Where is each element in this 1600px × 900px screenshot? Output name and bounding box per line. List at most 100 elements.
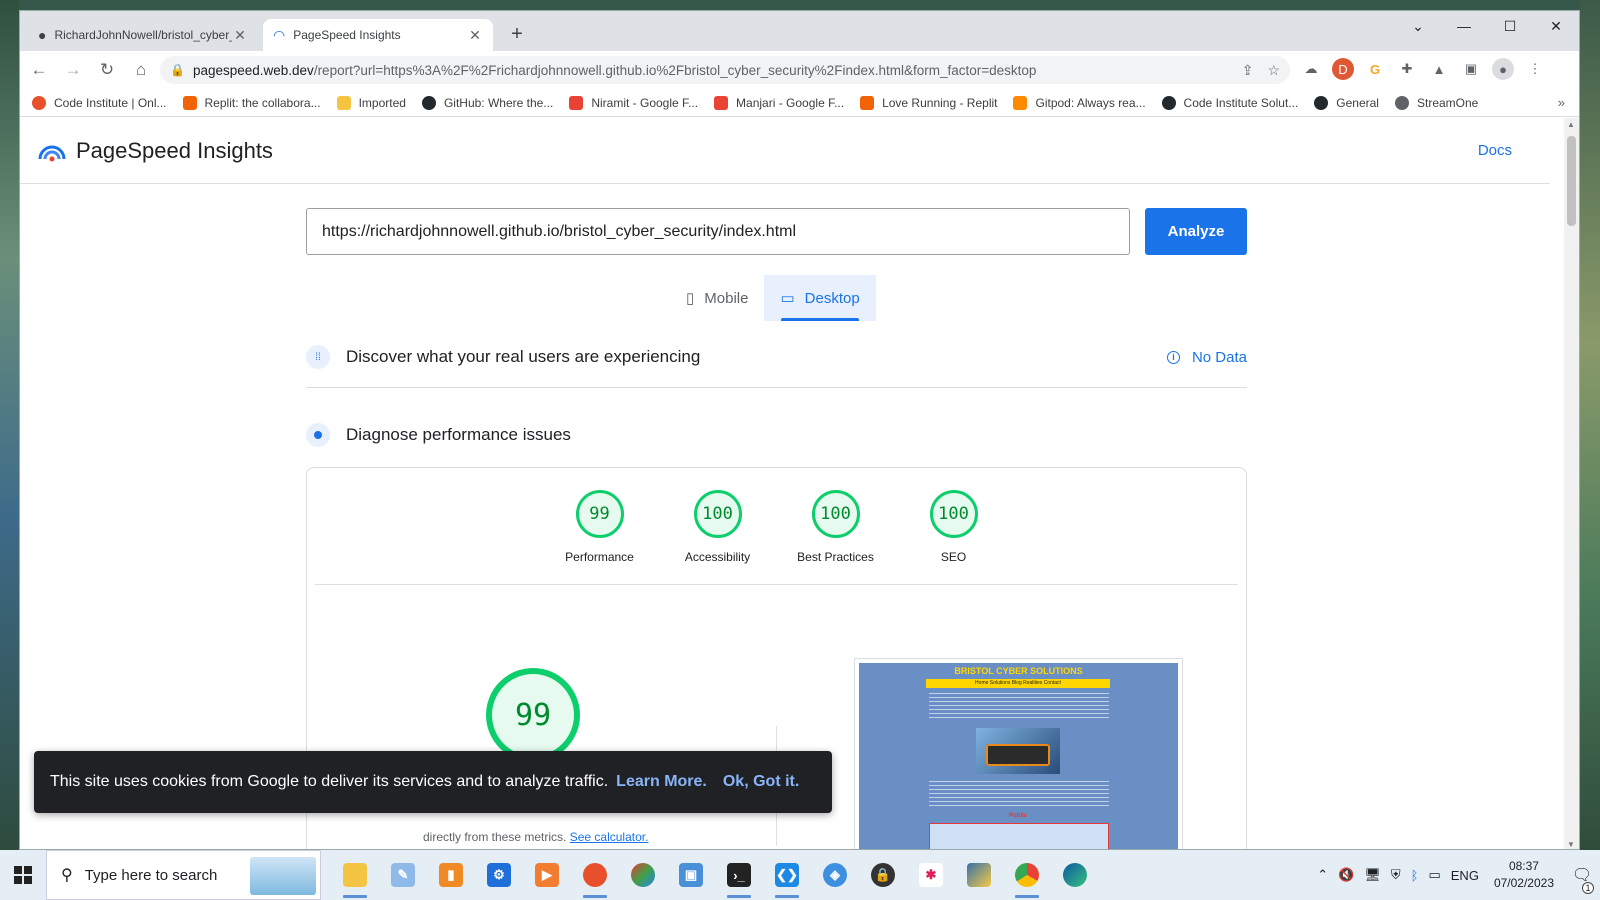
star-icon[interactable]: ☆ <box>1267 62 1280 79</box>
firefox-icon <box>583 863 607 887</box>
bookmark-item[interactable]: Replit: the collabora... <box>182 95 321 110</box>
gauge-best-practices[interactable]: 100 Best Practices <box>788 490 884 564</box>
see-calculator-link[interactable]: See calculator. <box>570 830 649 844</box>
docs-link[interactable]: Docs <box>1478 142 1512 159</box>
chevron-down-icon[interactable]: ⌄ <box>1395 11 1441 41</box>
windows-start-button[interactable] <box>0 850 46 900</box>
tab-desktop[interactable]: ▭ Desktop <box>764 275 876 321</box>
bookmark-item[interactable]: Manjari - Google F... <box>714 95 844 110</box>
bookmark-item[interactable]: GitHub: Where the... <box>421 95 553 110</box>
edge-app[interactable] <box>1051 850 1099 900</box>
bookmark-item[interactable]: Gitpod: Always rea... <box>1013 95 1146 110</box>
bookmark-item[interactable]: Code Institute | Onl... <box>32 95 167 110</box>
score-ring: 100 <box>811 490 860 538</box>
gauge-performance[interactable]: 99 Performance <box>552 490 648 564</box>
reload-button[interactable]: ↻ <box>92 55 122 85</box>
bookmark-item[interactable]: Code Institute Solut... <box>1161 95 1298 110</box>
scroll-thumb[interactable] <box>1567 136 1576 226</box>
search-icon: ⚲ <box>61 867 73 884</box>
profile-avatar-icon[interactable]: ● <box>1492 58 1514 80</box>
teams-app[interactable]: ⚙ <box>475 850 523 900</box>
score-gauges: 99 Performance 100 Accessibility 100 Bes… <box>307 490 1246 564</box>
gauge-seo[interactable]: 100 SEO <box>906 490 1002 564</box>
scroll-up-icon[interactable]: ▲ <box>1567 120 1575 129</box>
media-app[interactable]: ▶ <box>523 850 571 900</box>
box-app[interactable]: ◈ <box>811 850 859 900</box>
device-tabs: ▯ Mobile ▭ Desktop <box>670 275 876 321</box>
gauge-accessibility[interactable]: 100 Accessibility <box>670 490 766 564</box>
bookmark-label: Gitpod: Always rea... <box>1035 95 1146 110</box>
section-title: Diagnose performance issues <box>346 425 571 444</box>
close-icon[interactable]: ✕ <box>232 27 248 44</box>
url-input[interactable] <box>306 208 1130 255</box>
close-icon[interactable]: ✕ <box>467 27 483 44</box>
chevron-right-icon[interactable]: » <box>1558 95 1565 110</box>
desktop-wallpaper-right <box>1580 0 1600 860</box>
back-button[interactable]: ← <box>24 55 54 85</box>
firefox-app[interactable] <box>571 850 619 900</box>
learn-more-link[interactable]: Learn More. <box>616 773 707 791</box>
slack-app[interactable]: ✱ <box>907 850 955 900</box>
tab-pagespeed[interactable]: ◠ PageSpeed Insights ✕ <box>263 19 493 51</box>
file-explorer-app[interactable] <box>331 850 379 900</box>
extension-grammarly-icon[interactable]: G <box>1364 58 1386 80</box>
thumb-red-heading: Public <box>1009 813 1028 819</box>
page-scrollbar[interactable]: ▲ ▼ <box>1564 118 1579 849</box>
home-button[interactable]: ⌂ <box>126 55 156 85</box>
chrome-app[interactable] <box>1003 850 1051 900</box>
new-tab-button[interactable]: + <box>505 23 529 46</box>
paint-app[interactable]: ✎ <box>379 850 427 900</box>
bookmark-item[interactable]: StreamOne <box>1394 95 1478 110</box>
color-app[interactable] <box>619 850 667 900</box>
vpn-app[interactable]: 🔒 <box>859 850 907 900</box>
tab-mobile[interactable]: ▯ Mobile <box>670 275 764 321</box>
puzzle-icon[interactable]: ✚ <box>1396 58 1418 80</box>
lock-icon: 🔒 <box>871 863 895 887</box>
bookmark-item[interactable]: Niramit - Google F... <box>569 95 698 110</box>
bluetooth-icon[interactable]: ᛒ <box>1411 868 1419 883</box>
minimize-button[interactable]: — <box>1441 11 1487 41</box>
bookmark-label: Replit: the collabora... <box>204 95 321 110</box>
remote-app[interactable]: ▣ <box>667 850 715 900</box>
no-data-link[interactable]: i No Data <box>1166 349 1247 366</box>
close-window-button[interactable]: ✕ <box>1533 11 1579 41</box>
more-menu-icon[interactable]: ⋮ <box>1524 58 1546 80</box>
tab-github[interactable]: ● RichardJohnNowell/bristol_cyber_securi… <box>28 19 258 51</box>
clock[interactable]: 08:37 07/02/2023 <box>1494 858 1554 892</box>
taskbar-search[interactable]: ⚲ Type here to search <box>46 850 321 900</box>
paint-icon: ✎ <box>391 863 415 887</box>
terminal-app[interactable]: ›_ <box>715 850 763 900</box>
speaker-muted-icon[interactable]: 🔇 <box>1338 867 1354 883</box>
vscode-app[interactable]: ❮❯ <box>763 850 811 900</box>
python-icon <box>967 863 991 887</box>
github-icon <box>421 95 436 110</box>
extension-cloud-icon[interactable]: ☁ <box>1300 58 1322 80</box>
network-icon[interactable]: 🖥 <box>1364 867 1381 883</box>
folder-icon <box>336 95 351 110</box>
bookmark-label: General <box>1336 95 1379 110</box>
ok-got-it-button[interactable]: Ok, Got it. <box>723 773 799 791</box>
calculator-note: directly from these metrics. See calcula… <box>423 830 648 844</box>
bookmark-folder[interactable]: Imported <box>336 95 406 110</box>
notes-app[interactable]: ▮ <box>427 850 475 900</box>
maximize-button[interactable]: ☐ <box>1487 11 1533 41</box>
sidebar-icon[interactable]: ▣ <box>1460 58 1482 80</box>
bookmark-item[interactable]: Love Running - Replit <box>860 95 997 110</box>
extension-duckduckgo-icon[interactable]: D <box>1332 58 1354 80</box>
analyze-button[interactable]: Analyze <box>1145 208 1247 255</box>
forward-button[interactable]: → <box>58 55 88 85</box>
language-indicator[interactable]: ENG <box>1451 868 1479 883</box>
chevron-up-icon[interactable]: ⌃ <box>1317 867 1328 883</box>
system-tray: ⌃ 🔇 🖥 ⛨ ᛒ ▭ ENG 08:37 07/02/2023 🗨 1 <box>1312 850 1600 900</box>
scroll-down-icon[interactable]: ▼ <box>1567 840 1575 849</box>
shield-icon[interactable]: ⛨ <box>1391 867 1401 883</box>
bookmark-item[interactable]: General <box>1314 95 1379 110</box>
bookmark-icon <box>32 95 46 110</box>
battery-icon[interactable]: ▭ <box>1428 867 1440 883</box>
python-app[interactable] <box>955 850 1003 900</box>
address-bar[interactable]: 🔒 pagespeed.web.dev /report?url=https%3A… <box>160 56 1290 84</box>
laptop-icon: ▭ <box>780 290 795 307</box>
notification-icon[interactable]: 🗨 <box>1564 865 1600 885</box>
share-icon[interactable]: ⇪ <box>1242 62 1254 79</box>
flask-icon[interactable]: ▲ <box>1428 58 1450 80</box>
